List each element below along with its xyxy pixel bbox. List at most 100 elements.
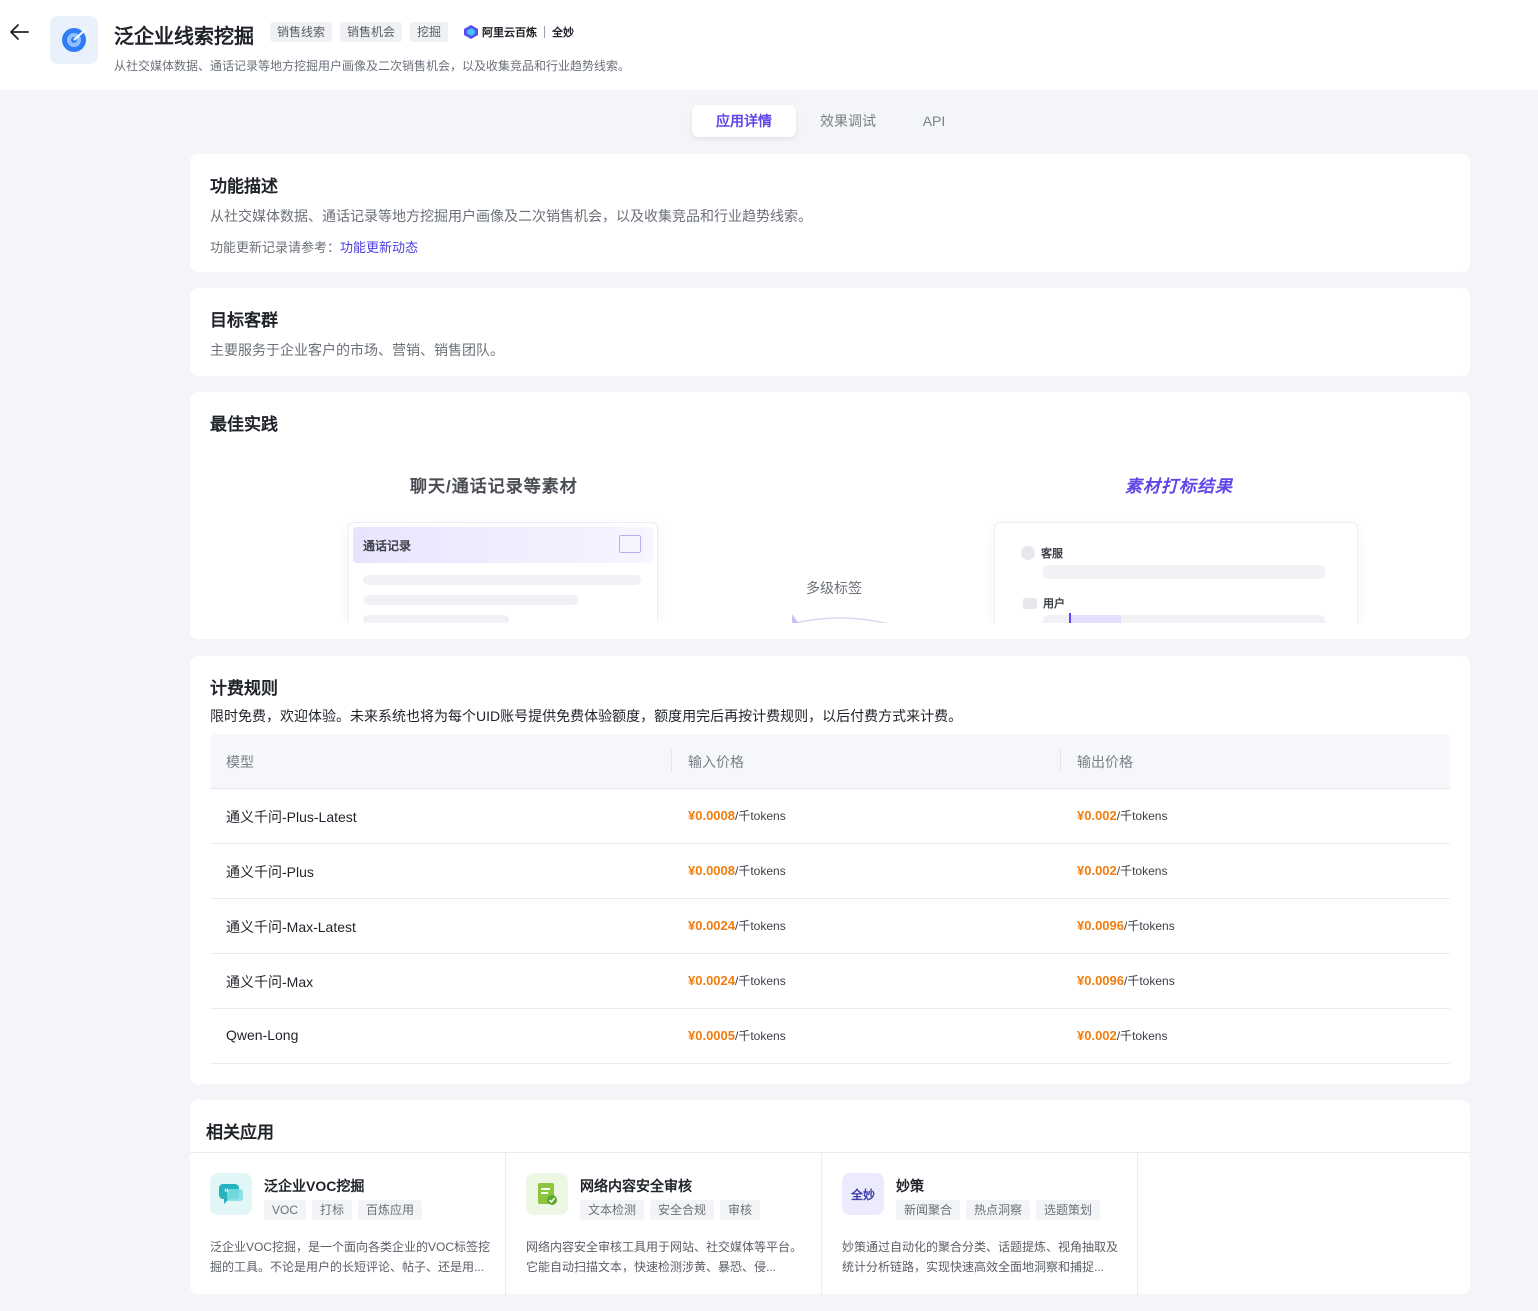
- placeholder-line: [363, 595, 579, 605]
- output-price-value: ¥0.0096: [1077, 918, 1124, 933]
- feature-update-link[interactable]: 功能更新动态: [340, 240, 418, 255]
- related-app-tag: 新闻聚合: [896, 1200, 961, 1220]
- related-app-desc: 泛企业VOC挖掘，是一个面向各类企业的VOC标签挖掘的工具。不论是用户的长短评论…: [210, 1240, 491, 1274]
- input-price: ¥0.0024/千tokens: [688, 972, 786, 989]
- app-tag: 销售机会: [340, 22, 403, 42]
- pricing-title: 计费规则: [210, 679, 278, 698]
- bailian-logo-icon: [464, 25, 479, 39]
- table-header: 模型 输入价格 输出价格: [210, 734, 1450, 789]
- document-icon: [619, 535, 641, 553]
- input-price: ¥0.0008/千tokens: [688, 807, 786, 824]
- price-unit: /千tokens: [1116, 1029, 1168, 1043]
- price-unit: /千tokens: [735, 1029, 786, 1043]
- best-practice-right-heading: 素材打标结果: [1125, 477, 1233, 496]
- related-app-tag: VOC: [264, 1200, 307, 1220]
- related-app-tag: 审核: [720, 1200, 761, 1220]
- col-divider: [1060, 750, 1061, 772]
- app-logo: [50, 16, 98, 64]
- vendor-separator: [544, 26, 546, 38]
- quanmiao-logo-icon: 全妙: [842, 1173, 884, 1215]
- illustration-fade: [190, 623, 1470, 639]
- col-output-price: 输出价格: [1077, 754, 1133, 770]
- table-body: 通义千问-Plus-Latest ¥0.0008/千tokens ¥0.002/千t…: [210, 789, 1450, 1064]
- related-apps-grid: ❝ 泛企业VOC挖掘 VOC 打标 百炼应用泛企业VOC挖掘，是一个面向各类企业的VOC…: [190, 1152, 1470, 1295]
- price-unit: /千tokens: [735, 864, 786, 878]
- table-row: 通义千问-Max ¥0.0024/千tokens ¥0.0096/千tokens: [210, 954, 1450, 1009]
- output-price-value: ¥0.002: [1077, 1028, 1117, 1043]
- best-practice-title: 最佳实践: [210, 415, 278, 434]
- related-app-tag: 安全合规: [650, 1200, 715, 1220]
- related-app-item[interactable]: 网络内容安全审核 文本检测 安全合规 审核 网络内容安全审核工具用于网站、社交媒体等平台…: [506, 1153, 822, 1295]
- app-tag: 销售线索: [270, 22, 333, 42]
- user-chat-icon: [1023, 597, 1037, 609]
- app-tags: 销售线索 销售机会 挖掘 阿里云百炼 全妙: [270, 22, 574, 42]
- table-row: 通义千问-Plus ¥0.0008/千tokens ¥0.002/千tokens: [210, 844, 1450, 899]
- input-price-value: ¥0.0008: [688, 863, 735, 878]
- call-record-illustration: 通话记录: [348, 522, 658, 628]
- audience-desc: 主要服务于企业客户的市场、营销、销售团队。: [210, 342, 504, 358]
- tab-api[interactable]: API: [900, 105, 968, 137]
- price-unit: /千tokens: [1116, 809, 1168, 823]
- document-check-icon: [526, 1173, 568, 1215]
- pricing-card: 计费规则 限时免费，欢迎体验。未来系统也将为每个UID账号提供免费体验额度，额度…: [190, 656, 1470, 1084]
- col-divider: [671, 750, 672, 772]
- placeholder-line: [363, 575, 641, 585]
- output-price: ¥0.002/千tokens: [1077, 807, 1167, 824]
- output-price: ¥0.002/千tokens: [1077, 1027, 1167, 1044]
- related-app-name: 泛企业VOC挖掘: [264, 1178, 365, 1194]
- icon-text: 全妙: [850, 1187, 875, 1202]
- related-app-tag: 热点洞察: [966, 1200, 1031, 1220]
- pricing-note: 限时免费，欢迎体验。未来系统也将为每个UID账号提供免费体验额度，额度用完后再按…: [210, 708, 963, 724]
- input-price-value: ¥0.0024: [688, 973, 735, 988]
- feature-title: 功能描述: [210, 177, 278, 196]
- tab-bar: 应用详情 效果调试 API: [0, 105, 1538, 139]
- output-price-value: ¥0.002: [1077, 808, 1117, 823]
- input-price: ¥0.0008/千tokens: [688, 862, 786, 879]
- chat-bubble-icon: ❝: [210, 1173, 252, 1215]
- related-app-tag: 打标: [312, 1200, 353, 1220]
- price-unit: /千tokens: [1124, 919, 1175, 933]
- target-icon: [62, 28, 86, 52]
- multi-level-tag-label: 多级标签: [806, 580, 862, 596]
- page-title: 泛企业线索挖掘: [114, 26, 254, 48]
- back-arrow-icon[interactable]: [8, 22, 30, 42]
- role-agent-label: 客服: [1041, 548, 1063, 560]
- col-model: 模型: [226, 754, 254, 770]
- model-name: 通义千问-Plus: [226, 864, 314, 880]
- model-name: 通义千问-Max-Latest: [226, 919, 356, 935]
- related-app-desc: 网络内容安全审核工具用于网站、社交媒体等平台。它能自动扫描文本，快速检测涉黄、暴…: [526, 1240, 803, 1274]
- related-app-tag: 百炼应用: [358, 1200, 423, 1220]
- vendor-badge: 阿里云百炼 全妙: [464, 24, 574, 40]
- input-price-value: ¥0.0024: [688, 918, 735, 933]
- audience-title: 目标客群: [210, 311, 278, 330]
- svg-text:❝: ❝: [224, 1188, 229, 1198]
- related-app-tag: 文本检测: [580, 1200, 645, 1220]
- related-app-tags: VOC 打标 百炼应用: [264, 1200, 423, 1220]
- agent-avatar-icon: [1021, 546, 1035, 560]
- input-price-value: ¥0.0008: [688, 808, 735, 823]
- tab-app-details[interactable]: 应用详情: [692, 105, 796, 137]
- related-app-item[interactable]: ❝ 泛企业VOC挖掘 VOC 打标 百炼应用泛企业VOC挖掘，是一个面向各类企业的VOC…: [190, 1153, 506, 1295]
- input-price: ¥0.0005/千tokens: [688, 1027, 786, 1044]
- feature-update-prefix: 功能更新记录请参考：: [210, 240, 341, 255]
- input-price: ¥0.0024/千tokens: [688, 917, 786, 934]
- table-row: Qwen-Long ¥0.0005/千tokens ¥0.002/千tokens: [210, 1009, 1450, 1064]
- app-tag: 挖掘: [410, 22, 449, 42]
- output-price-value: ¥0.002: [1077, 863, 1117, 878]
- feature-card: 功能描述 从社交媒体数据、通话记录等地方挖掘用户画像及二次销售机会，以及收集竞品…: [190, 154, 1470, 272]
- price-unit: /千tokens: [735, 974, 786, 988]
- feature-update-line: 功能更新记录请参考：功能更新动态: [210, 237, 418, 256]
- price-unit: /千tokens: [1116, 864, 1168, 878]
- feature-desc: 从社交媒体数据、通话记录等地方挖掘用户画像及二次销售机会，以及收集竞品和行业趋势…: [210, 208, 812, 224]
- tab-effect-debug[interactable]: 效果调试: [800, 105, 896, 137]
- related-apps-card: 相关应用 ❝ 泛企业VOC挖掘 VOC 打标 百炼应用泛企业VOC挖掘，是一个面向各类企…: [190, 1100, 1470, 1295]
- related-title: 相关应用: [206, 1123, 274, 1142]
- role-agent: 客服: [1021, 545, 1063, 561]
- related-app-tags: 文本检测 安全合规 审核: [580, 1200, 761, 1220]
- page-subtitle: 从社交媒体数据、通话记录等地方挖掘用户画像及二次销售机会，以及收集竞品和行业趋势…: [114, 59, 631, 73]
- table-row: 通义千问-Plus-Latest ¥0.0008/千tokens ¥0.002/千t…: [210, 789, 1450, 844]
- related-app-item[interactable]: 全妙 妙策 新闻聚合 热点洞察 选题策划 妙策通过自动化的聚合分类、话题提炼、视角抽取及统…: [822, 1153, 1138, 1295]
- vendor-brand: 阿里云百炼: [482, 27, 538, 39]
- related-app-name: 妙策: [896, 1178, 924, 1194]
- best-practice-card: 最佳实践 聊天/通话记录等素材 素材打标结果 通话记录 多级标签 客服 用户: [190, 392, 1470, 639]
